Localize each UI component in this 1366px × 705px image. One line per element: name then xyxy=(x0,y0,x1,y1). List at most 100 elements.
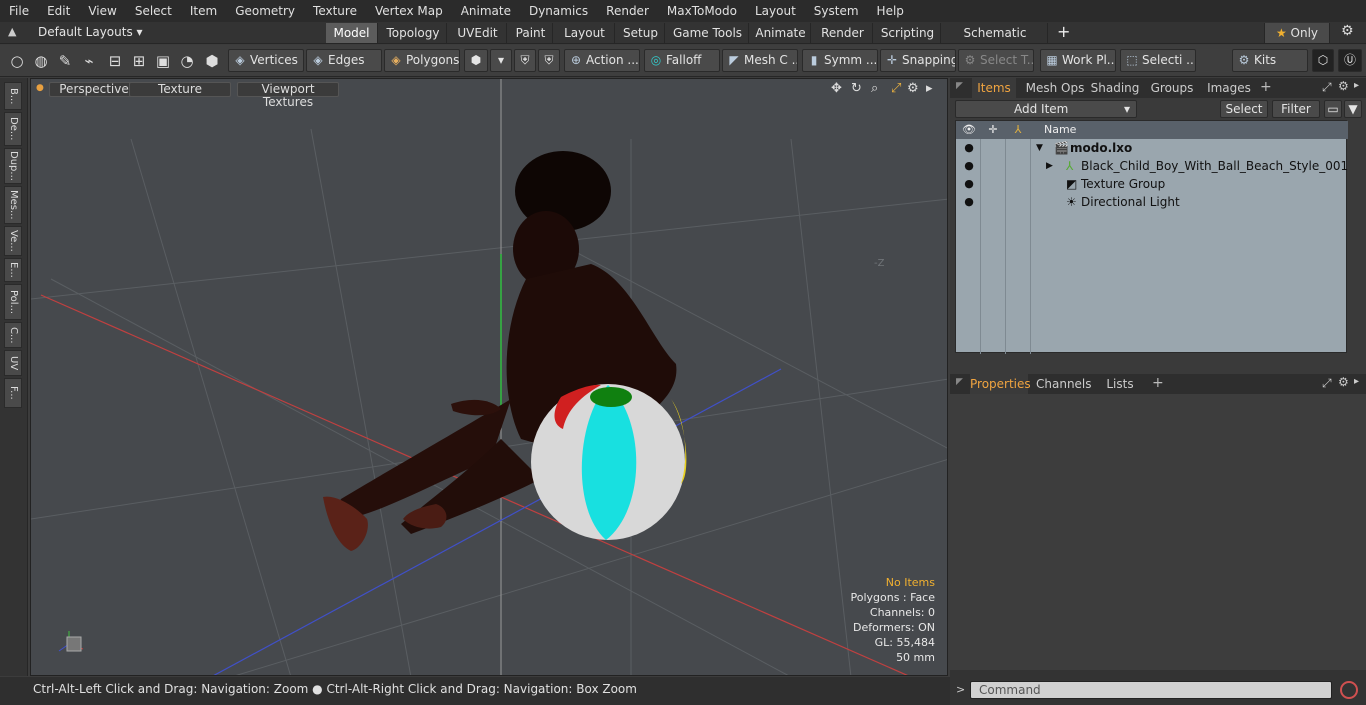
record-icon[interactable] xyxy=(1340,681,1358,699)
tab-uvedit[interactable]: UVEdit xyxy=(449,23,507,43)
circle-select-icon[interactable]: ○ xyxy=(6,50,28,72)
left-tab-duplicate[interactable]: Dup... xyxy=(4,148,22,184)
panel-menu-icon[interactable]: ◤ xyxy=(956,81,963,91)
eye-icon[interactable]: ● xyxy=(961,193,977,211)
menu-texture[interactable]: Texture xyxy=(304,0,366,22)
left-tab-edge[interactable]: E... xyxy=(4,258,22,282)
tab-schematic-fusion[interactable]: Schematic Fusion xyxy=(943,23,1048,60)
left-tab-fusion[interactable]: F... xyxy=(4,378,22,408)
eye-icon[interactable]: 👁 xyxy=(961,121,977,139)
zoom-view-icon[interactable]: ⌕ xyxy=(871,81,878,96)
only-toggle[interactable]: ★ Only xyxy=(1264,23,1330,43)
tab-lists[interactable]: Lists xyxy=(1096,374,1144,394)
gear-icon[interactable]: ⚙ xyxy=(1341,23,1354,39)
globe-icon[interactable]: ◍ xyxy=(30,50,52,72)
left-tab-mesh-edit[interactable]: Mes... xyxy=(4,186,22,224)
3d-viewport[interactable]: -Z ● Perspective Texture Viewport Textur… xyxy=(30,78,948,676)
tab-groups[interactable]: Groups xyxy=(1146,78,1198,98)
unity-button[interactable]: ⬡ xyxy=(1312,49,1334,72)
move-view-icon[interactable]: ✥ xyxy=(831,81,842,96)
tab-topology[interactable]: Topology xyxy=(380,23,447,43)
menu-system[interactable]: System xyxy=(805,0,868,22)
rotate-view-icon[interactable]: ↻ xyxy=(851,81,862,96)
tab-images[interactable]: Images xyxy=(1202,78,1256,98)
left-tab-basic[interactable]: B... xyxy=(4,82,22,110)
add-tab-icon[interactable]: + xyxy=(1152,375,1164,391)
left-tab-polygon[interactable]: Pol... xyxy=(4,284,22,320)
menu-item[interactable]: Item xyxy=(181,0,226,22)
tab-layout[interactable]: Layout xyxy=(555,23,615,43)
eye-icon[interactable]: ● xyxy=(961,175,977,193)
menu-geometry[interactable]: Geometry xyxy=(226,0,304,22)
column-name[interactable]: Name xyxy=(1044,121,1076,139)
select-button[interactable]: Select xyxy=(1220,100,1268,118)
menu-vertex-map[interactable]: Vertex Map xyxy=(366,0,452,22)
maximize-icon[interactable]: ⤢ xyxy=(891,81,901,96)
brush-icon[interactable]: ⌁ xyxy=(78,50,100,72)
tree-row-mesh[interactable]: ● ▶ ⅄ Black_Child_Boy_With_Ball_Beach_St… xyxy=(956,157,1348,175)
select-through-button[interactable]: ⚙ Select T... xyxy=(958,49,1034,72)
snapping-button[interactable]: ✛ Snapping xyxy=(880,49,956,72)
gear-icon[interactable]: ⚙ xyxy=(1338,375,1349,389)
selection-sets-button[interactable]: ⬚ Selecti ... xyxy=(1120,49,1196,72)
center-icon[interactable]: ⊞ xyxy=(128,50,150,72)
snap-a-button[interactable]: ⛨ xyxy=(514,49,536,72)
tree-row-directional-light[interactable]: ● ☀ Directional Light xyxy=(956,193,1346,211)
kits-button[interactable]: ⚙ Kits xyxy=(1232,49,1308,72)
menu-animate[interactable]: Animate xyxy=(452,0,520,22)
layout-selector[interactable]: Default Layouts ▾ xyxy=(38,25,143,39)
collapse-button[interactable]: ▭ xyxy=(1324,100,1342,118)
left-tab-vertex[interactable]: Ve... xyxy=(4,226,22,256)
tab-game-tools[interactable]: Game Tools xyxy=(667,23,749,43)
falloff-button[interactable]: ◎ Falloff xyxy=(644,49,720,72)
expand-arrow-icon[interactable]: ▼ xyxy=(1036,139,1043,157)
add-tab-button[interactable]: + xyxy=(1057,22,1070,41)
tab-mesh-ops[interactable]: Mesh Ops xyxy=(1024,78,1086,98)
menu-file[interactable]: File xyxy=(0,0,38,22)
mode-dropdown[interactable]: ▾ xyxy=(490,49,512,72)
play-icon[interactable]: ▸ xyxy=(1354,80,1359,91)
left-tab-curve[interactable]: C... xyxy=(4,322,22,348)
eye-icon[interactable]: ● xyxy=(961,139,977,157)
menu-dynamics[interactable]: Dynamics xyxy=(520,0,597,22)
tab-shading[interactable]: Shading xyxy=(1088,78,1142,98)
mesh-constraint-button[interactable]: ◤ Mesh C ... xyxy=(722,49,798,72)
view-perspective-button[interactable]: Perspective xyxy=(49,82,139,97)
polygons-button[interactable]: ◈ Polygons xyxy=(384,49,460,72)
snap-b-button[interactable]: ⛨ xyxy=(538,49,560,72)
shading-texture-button[interactable]: Texture xyxy=(129,82,231,97)
left-tab-uv[interactable]: UV xyxy=(4,350,22,376)
gear-icon[interactable]: ⚙ xyxy=(907,81,919,96)
align-icon[interactable]: ⊟ xyxy=(104,50,126,72)
add-item-button[interactable]: Add Item ▾ xyxy=(955,100,1137,118)
viewport-textures-button[interactable]: Viewport Textures xyxy=(237,82,339,109)
tab-properties[interactable]: Properties xyxy=(970,374,1031,394)
item-list-scrollbar[interactable] xyxy=(1350,120,1362,353)
cube-icon[interactable]: ⬢ xyxy=(201,50,223,72)
tab-scripting[interactable]: Scripting xyxy=(875,23,941,43)
collapse-icon[interactable]: ▲ xyxy=(8,25,16,38)
maximize-icon[interactable]: ⤢ xyxy=(1322,80,1332,95)
unreal-button[interactable]: Ⓤ xyxy=(1338,49,1362,72)
eye-icon[interactable]: ● xyxy=(961,157,977,175)
menu-layout[interactable]: Layout xyxy=(746,0,805,22)
menu-select[interactable]: Select xyxy=(126,0,181,22)
symmetry-button[interactable]: ▮ Symm ... xyxy=(802,49,878,72)
tab-model[interactable]: Model xyxy=(326,23,378,43)
pen-icon[interactable]: ✎ xyxy=(54,50,76,72)
gear-icon[interactable]: ⚙ xyxy=(1338,79,1349,93)
play-icon[interactable]: ▸ xyxy=(926,81,933,96)
panel-menu-icon[interactable]: ◤ xyxy=(956,377,963,387)
tree-row-scene[interactable]: ● ▼ 🎬 modo.lxo xyxy=(956,139,1346,157)
left-tab-deform[interactable]: De... xyxy=(4,112,22,146)
menu-edit[interactable]: Edit xyxy=(38,0,79,22)
tab-items[interactable]: Items xyxy=(972,78,1016,98)
menu-render[interactable]: Render xyxy=(597,0,658,22)
add-tab-icon[interactable]: + xyxy=(1260,79,1272,95)
lock-icon[interactable]: ✛ xyxy=(985,121,1001,139)
menu-help[interactable]: Help xyxy=(868,0,913,22)
tab-channels[interactable]: Channels xyxy=(1036,374,1092,394)
tab-animate[interactable]: Animate xyxy=(751,23,811,43)
rotate-icon[interactable]: ◔ xyxy=(176,50,198,72)
edges-button[interactable]: ◈ Edges xyxy=(306,49,382,72)
